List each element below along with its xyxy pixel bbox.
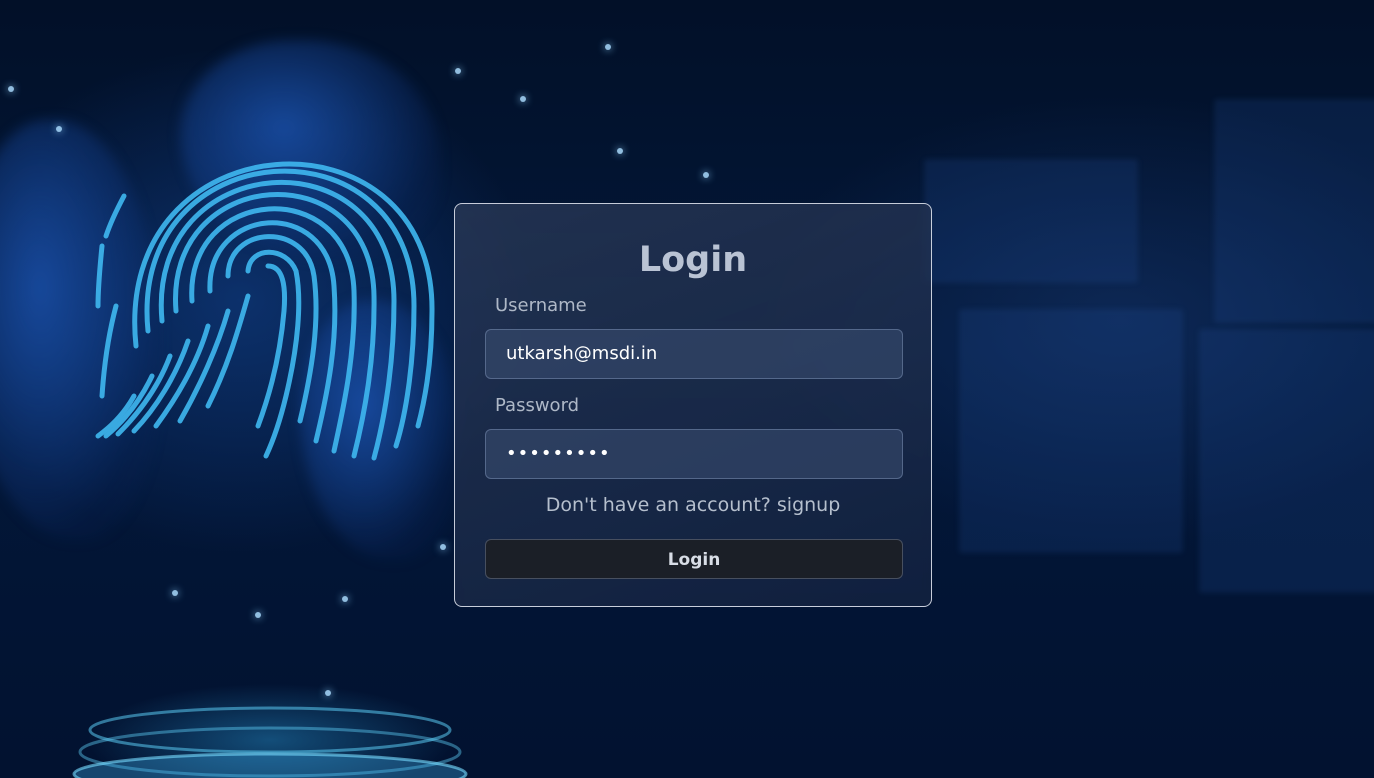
signup-prompt-line: Don't have an account? signup xyxy=(455,492,931,518)
signup-prompt: Don't have an account? xyxy=(545,494,771,516)
fingerprint-icon xyxy=(95,161,435,461)
username-value: utkarsh@msdi.in xyxy=(506,343,658,364)
username-input[interactable]: utkarsh@msdi.in xyxy=(485,329,903,379)
login-card: Login Username utkarsh@msdi.in Password … xyxy=(454,203,932,607)
sparkle xyxy=(8,86,14,92)
password-value: ••••••••• xyxy=(506,443,611,464)
sparkle xyxy=(56,126,62,132)
sparkle xyxy=(255,612,261,618)
sparkle xyxy=(520,96,526,102)
login-title: Login xyxy=(638,240,748,280)
login-button[interactable]: Login xyxy=(485,539,903,579)
sparkle xyxy=(342,596,348,602)
background-panel xyxy=(960,310,1182,552)
signup-link[interactable]: signup xyxy=(777,494,840,516)
sparkle xyxy=(605,44,611,50)
background-panel xyxy=(1215,100,1374,322)
sparkle xyxy=(455,68,461,74)
password-label: Password xyxy=(495,395,580,416)
background-panel xyxy=(1200,330,1374,592)
sparkle xyxy=(617,148,623,154)
sparkle xyxy=(172,590,178,596)
sparkle xyxy=(703,172,709,178)
password-input[interactable]: ••••••••• xyxy=(485,429,903,479)
sparkle xyxy=(440,544,446,550)
username-label: Username xyxy=(495,295,587,316)
background-panel xyxy=(925,160,1137,282)
glow-platform xyxy=(72,706,468,778)
